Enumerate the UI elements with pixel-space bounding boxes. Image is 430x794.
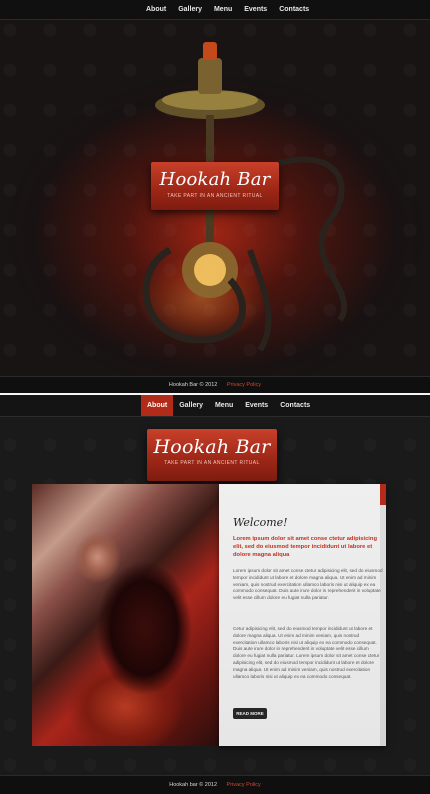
- body-paragraph-2: Cetur adipisicing elit, sed do eiusmod t…: [233, 626, 380, 679]
- nav-item-events[interactable]: Events: [238, 0, 273, 19]
- footer: Hookah Bar © 2012 Privacy Policy: [0, 376, 430, 394]
- brand-title: Hookah Bar: [159, 169, 271, 190]
- copyright-text: Hookah bar © 2012: [169, 782, 217, 788]
- top-navigation: About Gallery Menu Events Contacts: [0, 0, 430, 20]
- privacy-policy-link[interactable]: Privacy Policy: [227, 782, 261, 788]
- about-content-card: Welcome! Lorem ipsum dolor sit amet cons…: [219, 484, 386, 746]
- read-more-button[interactable]: READ MORE: [233, 708, 267, 719]
- nav-item-contacts[interactable]: Contacts: [274, 395, 316, 416]
- hero-hookah-image: Hookah Bar Take part in an ancient ritua…: [0, 20, 430, 376]
- top-navigation: About Gallery Menu Events Contacts: [0, 395, 430, 417]
- nav-item-gallery[interactable]: Gallery: [172, 0, 208, 19]
- nav-item-about[interactable]: About: [141, 395, 174, 416]
- footer: Hookah bar © 2012 Privacy Policy: [0, 775, 430, 794]
- nav-list: About Gallery Menu Events Contacts: [141, 395, 316, 416]
- brand-tagline: Take part in an ancient ritual: [167, 193, 263, 199]
- nav-list: About Gallery Menu Events Contacts: [140, 0, 315, 19]
- welcome-heading: Welcome!: [233, 516, 288, 529]
- nav-item-events[interactable]: Events: [239, 395, 274, 416]
- nav-item-about[interactable]: About: [140, 0, 172, 19]
- brand-tagline: Take part in an ancient ritual: [164, 460, 260, 466]
- brand-banner: Hookah Bar Take part in an ancient ritua…: [151, 162, 279, 210]
- woman-with-hookah-photo: [32, 484, 219, 746]
- nav-item-menu[interactable]: Menu: [208, 0, 238, 19]
- lead-text: Lorem ipsum dolor sit amet conse ctetur …: [233, 536, 377, 558]
- nav-item-gallery[interactable]: Gallery: [173, 395, 209, 416]
- nav-item-contacts[interactable]: Contacts: [273, 0, 315, 19]
- privacy-policy-link[interactable]: Privacy Policy: [227, 382, 261, 388]
- card-accent-stripe: [380, 484, 386, 746]
- about-page: About Gallery Menu Events Contacts Hooka…: [0, 395, 430, 775]
- copyright-text: Hookah Bar © 2012: [168, 382, 218, 388]
- brand-banner: Hookah Bar Take part in an ancient ritua…: [147, 429, 277, 481]
- brand-title: Hookah Bar: [153, 436, 271, 458]
- body-paragraph-1: Lorem ipsum dolor sit amet conse ctetur …: [233, 568, 383, 601]
- nav-item-menu[interactable]: Menu: [209, 395, 239, 416]
